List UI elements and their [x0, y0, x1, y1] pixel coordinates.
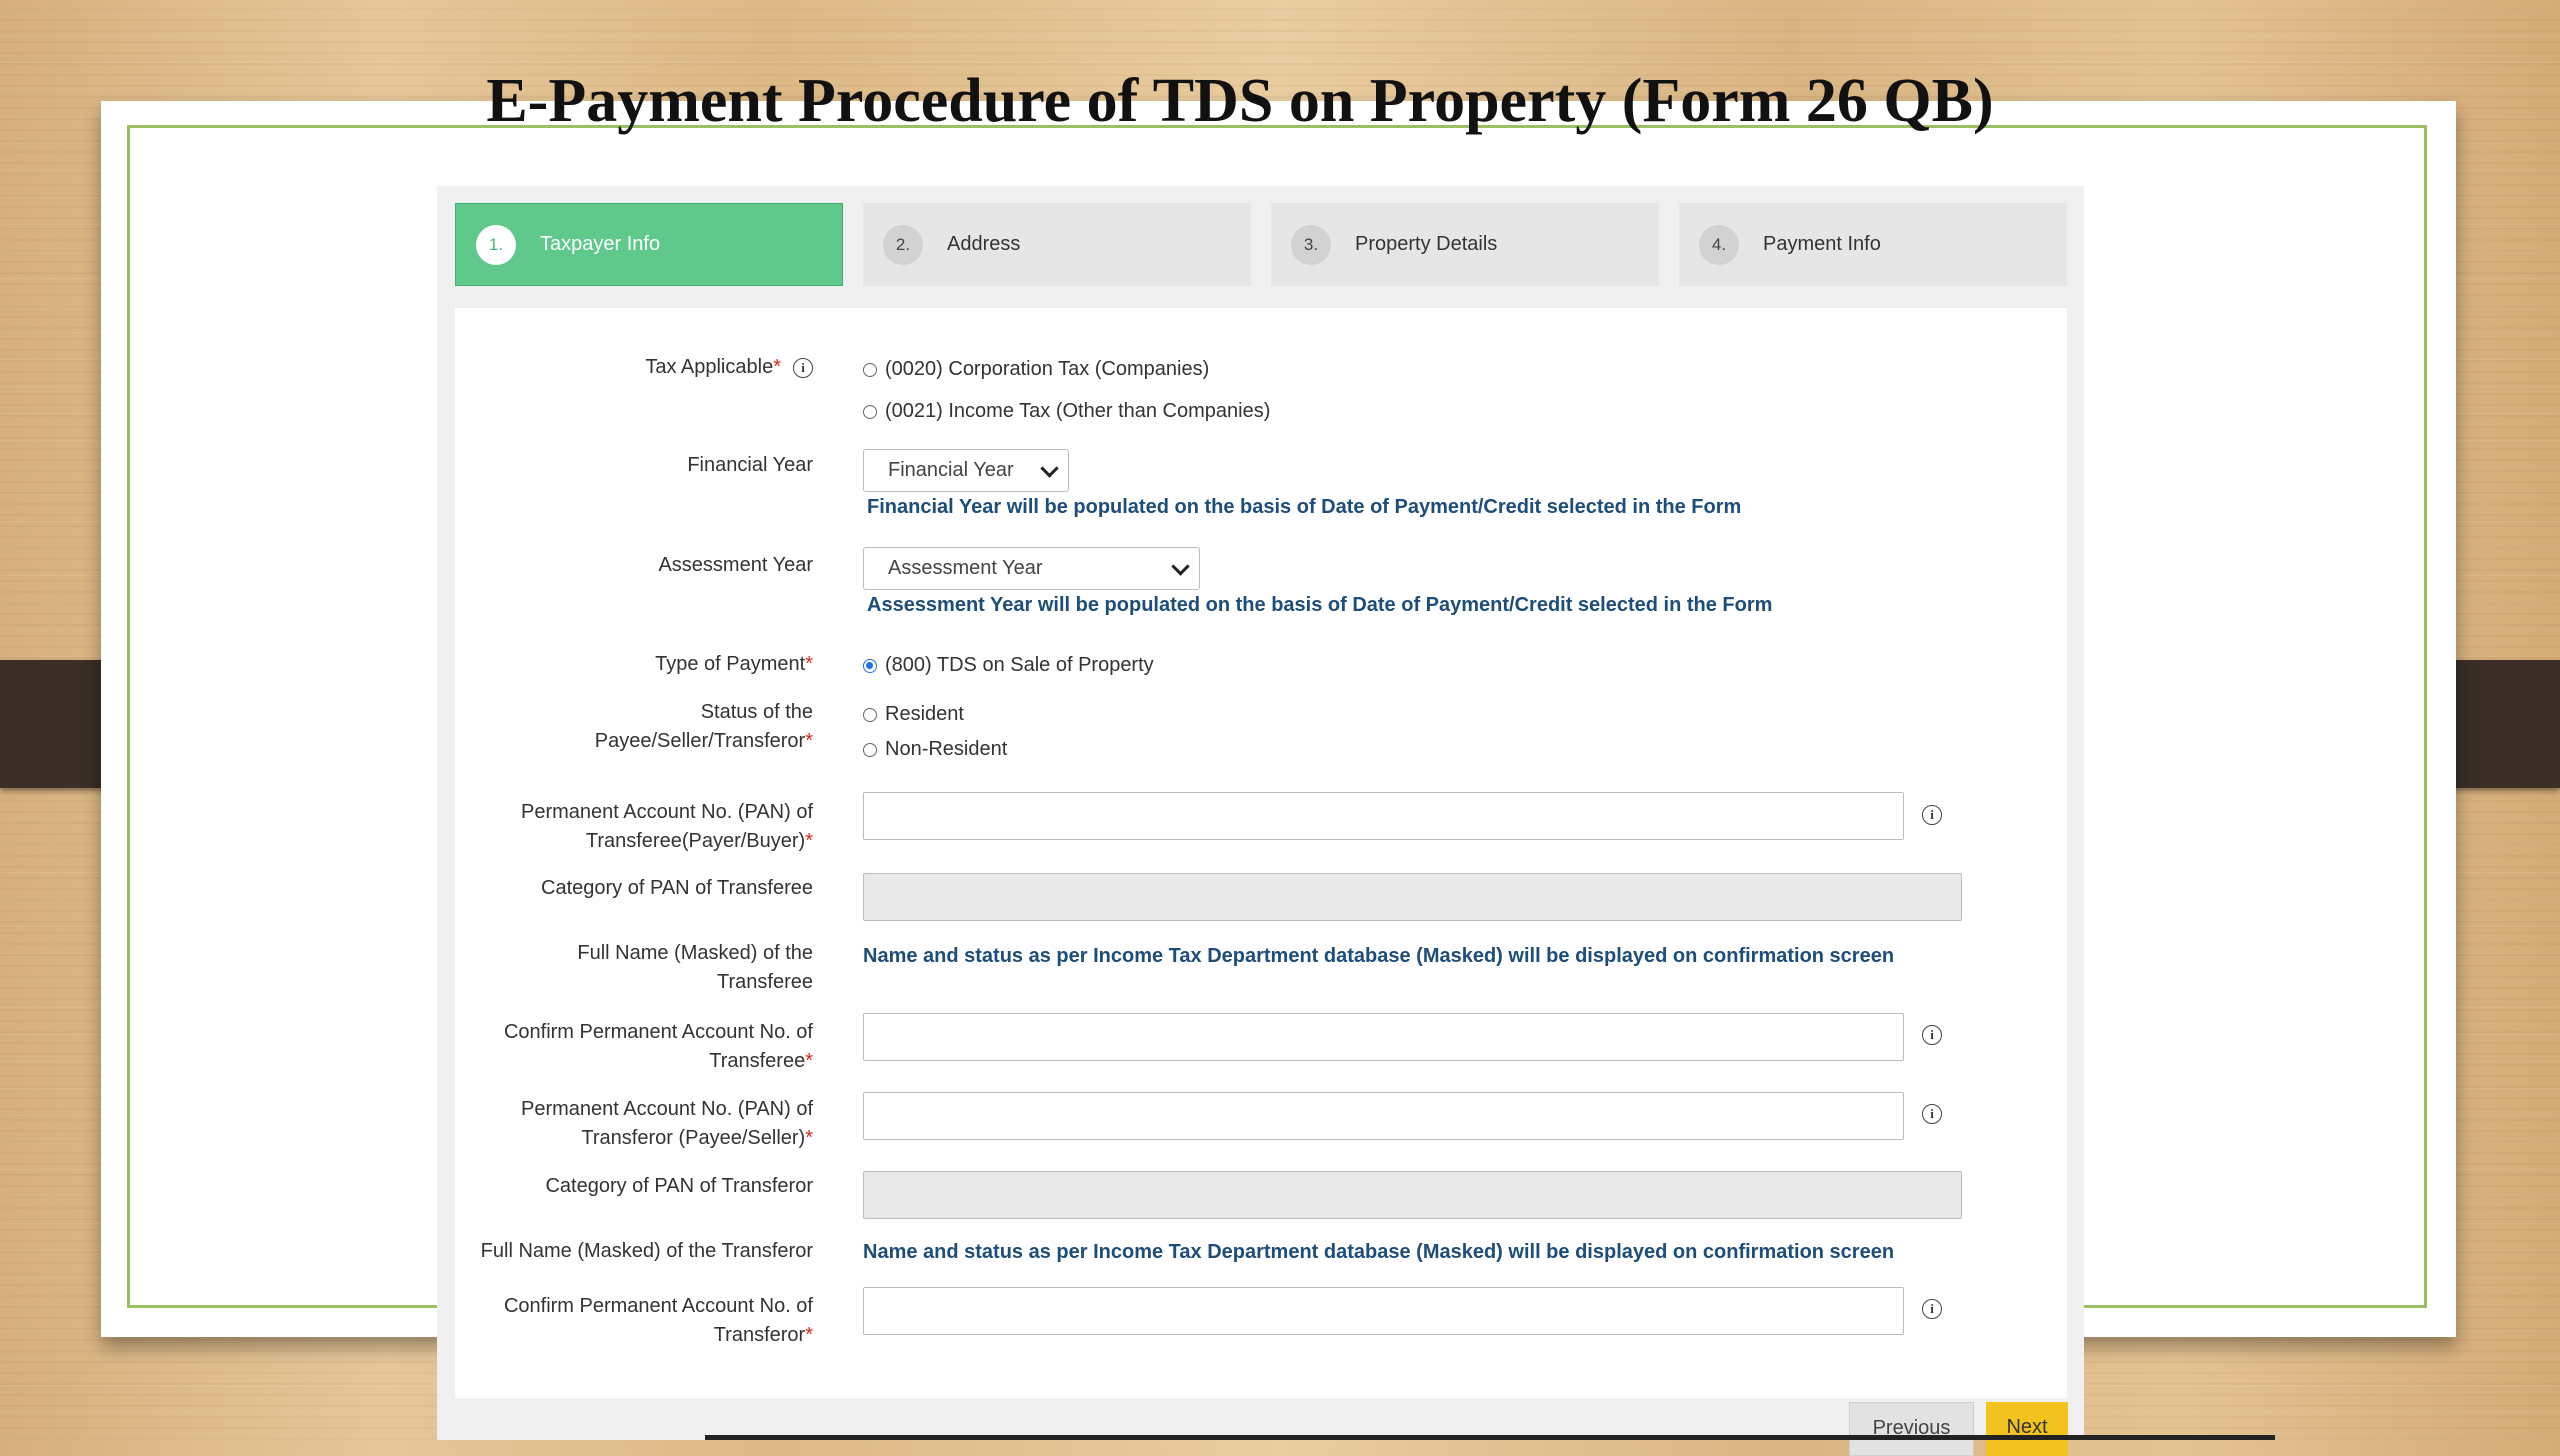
category-transferee-label: Category of PAN of Transferee: [541, 877, 813, 899]
radio-button[interactable]: [863, 707, 877, 722]
step-taxpayer-info[interactable]: 1. Taxpayer Info: [455, 203, 843, 286]
step-number: 1.: [476, 224, 516, 265]
step-label: Address: [947, 233, 1021, 255]
confirm-pan-transferee-label: Confirm Permanent Account No. of Transfer…: [503, 1021, 813, 1072]
form-container: 1. Taxpayer Info 2. Address 3. Property …: [437, 186, 2084, 1456]
step-label: Payment Info: [1763, 233, 1881, 255]
tax-option-0020[interactable]: (0020) Corporation Tax (Companies): [863, 358, 1209, 381]
step-tabs: 1. Taxpayer Info 2. Address 3. Property …: [455, 203, 2067, 286]
chevron-down-icon: [1040, 459, 1059, 478]
confirm-pan-transferor-input[interactable]: [863, 1287, 1904, 1335]
info-icon[interactable]: i: [1922, 1104, 1942, 1124]
tax-applicable-label: Tax Applicable* i: [373, 353, 813, 382]
category-transferee-field: [863, 873, 1962, 921]
step-number: 3.: [1291, 224, 1331, 265]
name-transferee-note: Name and status as per Income Tax Depart…: [863, 945, 1895, 967]
payment-option-800[interactable]: (800) TDS on Sale of Property: [863, 654, 1154, 677]
radio-button-checked[interactable]: [863, 658, 877, 673]
pan-transferee-input[interactable]: [863, 792, 1904, 840]
info-icon[interactable]: i: [1922, 805, 1942, 825]
confirm-pan-transferee-input[interactable]: [863, 1013, 1904, 1061]
status-payee-label: Status of the Payee/Seller/Transferor*: [594, 701, 813, 752]
pan-transferor-input[interactable]: [863, 1092, 1904, 1140]
pan-transferee-label: Permanent Account No. (PAN) of Transferee…: [521, 801, 813, 852]
name-transferee-label: Full Name (Masked) of the Transferee: [577, 942, 813, 993]
radio-button[interactable]: [863, 742, 877, 757]
financial-year-hint: Financial Year will be populated on the …: [867, 496, 1742, 518]
radio-button[interactable]: [863, 362, 877, 377]
chevron-down-icon: [1171, 557, 1190, 576]
radio-button[interactable]: [863, 404, 877, 419]
step-payment-info[interactable]: 4. Payment Info: [1679, 203, 2067, 286]
tax-option-0021[interactable]: (0021) Income Tax (Other than Companies): [863, 400, 1270, 423]
next-button[interactable]: Next: [1986, 1402, 2068, 1456]
info-icon[interactable]: i: [793, 357, 813, 378]
info-icon[interactable]: i: [1922, 1025, 1942, 1045]
assessment-year-select[interactable]: Assessment Year: [863, 547, 1200, 590]
type-of-payment-label: Type of Payment*: [655, 653, 813, 675]
step-number: 4.: [1699, 224, 1739, 265]
taxpayer-info-form: Tax Applicable* i (0020) Corporation Tax …: [455, 308, 2067, 1398]
info-icon[interactable]: i: [1922, 1299, 1942, 1319]
assessment-year-hint: Assessment Year will be populated on the…: [867, 594, 1773, 616]
step-address[interactable]: 2. Address: [863, 203, 1251, 286]
step-label: Property Details: [1355, 233, 1498, 255]
category-transferor-label: Category of PAN of Transferor: [545, 1175, 813, 1197]
pan-transferor-label: Permanent Account No. (PAN) of Transferor…: [521, 1098, 813, 1149]
name-transferor-label: Full Name (Masked) of the Transferor: [480, 1240, 813, 1262]
step-label: Taxpayer Info: [540, 233, 661, 255]
status-option-non-resident[interactable]: Non-Resident: [863, 738, 1007, 761]
step-property-details[interactable]: 3. Property Details: [1271, 203, 1659, 286]
name-transferor-note: Name and status as per Income Tax Depart…: [863, 1241, 1895, 1263]
financial-year-select[interactable]: Financial Year: [863, 449, 1069, 492]
financial-year-label: Financial Year: [687, 454, 813, 476]
confirm-pan-transferor-label: Confirm Permanent Account No. of Transfer…: [503, 1295, 813, 1346]
bottom-edge-bar: [705, 1435, 2275, 1440]
step-number: 2.: [883, 224, 923, 265]
category-transferor-field: [863, 1171, 1962, 1219]
slide-title: E-Payment Procedure of TDS on Property (…: [486, 67, 1994, 135]
assessment-year-label: Assessment Year: [658, 554, 813, 576]
previous-button[interactable]: Previous: [1849, 1402, 1974, 1456]
status-option-resident[interactable]: Resident: [863, 703, 964, 726]
